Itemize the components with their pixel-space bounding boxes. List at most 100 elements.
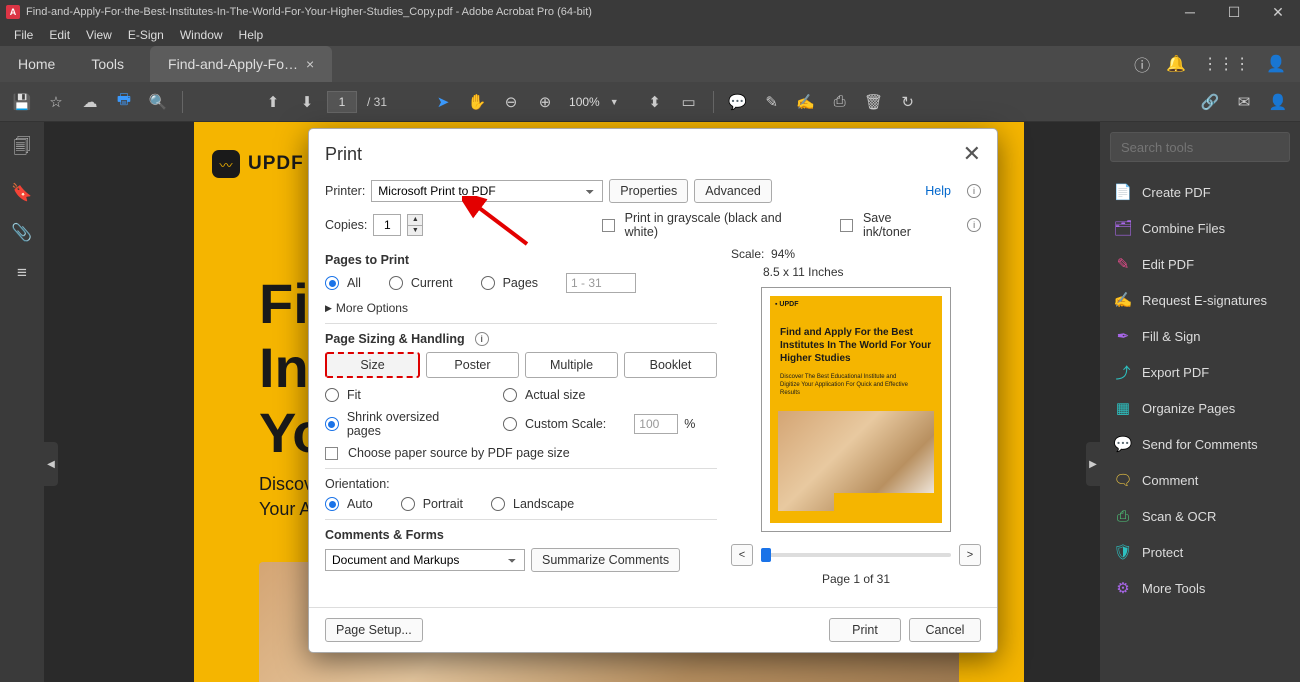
radio-fit[interactable] — [325, 388, 339, 402]
search-icon[interactable]: 🔍 — [144, 88, 172, 116]
layers-icon[interactable]: ≡ — [17, 263, 27, 283]
minimize-button[interactable]: ─ — [1168, 0, 1212, 24]
print-button[interactable]: Print — [829, 618, 901, 642]
tool-more-tools[interactable]: ⚙More Tools — [1110, 570, 1290, 606]
expand-right-icon[interactable]: ▶ — [1086, 442, 1100, 486]
cloud-icon[interactable]: ☁ — [76, 88, 104, 116]
advanced-button[interactable]: Advanced — [694, 179, 772, 203]
menu-edit[interactable]: Edit — [41, 26, 78, 44]
tool-combine-files[interactable]: 🗂Combine Files — [1110, 210, 1290, 246]
copies-spinner[interactable]: ▲▼ — [407, 214, 423, 236]
page-total: / 31 — [367, 95, 387, 109]
tab-home[interactable]: Home — [0, 46, 73, 82]
tool-request-esignatures[interactable]: ✍Request E-signatures — [1110, 282, 1290, 318]
preview-slider[interactable] — [761, 553, 951, 557]
custom-scale-input[interactable] — [634, 414, 678, 434]
comment-icon[interactable]: 💬 — [724, 88, 752, 116]
menu-esign[interactable]: E-Sign — [120, 26, 172, 44]
account-icon[interactable]: 👤 — [1266, 54, 1286, 74]
preview-next-button[interactable]: > — [959, 544, 981, 566]
tool-organize-pages[interactable]: ▦Organize Pages — [1110, 390, 1290, 426]
preview-prev-button[interactable]: < — [731, 544, 753, 566]
mail-icon[interactable]: ✉ — [1230, 88, 1258, 116]
radio-all[interactable] — [325, 276, 339, 290]
radio-pages[interactable] — [481, 276, 495, 290]
tool-fill-sign[interactable]: ✒Fill & Sign — [1110, 318, 1290, 354]
page-range-input[interactable] — [566, 273, 636, 293]
radio-auto[interactable] — [325, 497, 339, 511]
page-number-input[interactable] — [327, 91, 357, 113]
page-up-icon[interactable]: ⬆ — [259, 88, 287, 116]
select-tool-icon[interactable]: ➤ — [429, 88, 457, 116]
search-tools-input[interactable] — [1110, 132, 1290, 162]
reading-mode-icon[interactable]: ▭ — [675, 88, 703, 116]
sign-icon[interactable]: ✍ — [792, 88, 820, 116]
tool-protect[interactable]: 🛡Protect — [1110, 534, 1290, 570]
thumbnails-icon[interactable]: 🗐 — [14, 134, 31, 163]
highlight-icon[interactable]: ✎ — [758, 88, 786, 116]
tool-scan-ocr[interactable]: ⎙Scan & OCR — [1110, 498, 1290, 534]
choose-paper-checkbox[interactable] — [325, 447, 338, 460]
zoom-value[interactable]: 100% — [569, 95, 600, 109]
tool-edit-pdf[interactable]: ✎Edit PDF — [1110, 246, 1290, 282]
radio-shrink[interactable] — [325, 417, 339, 431]
help-icon[interactable]: ⓘ — [1134, 52, 1150, 76]
tab-poster[interactable]: Poster — [426, 352, 519, 378]
summarize-button[interactable]: Summarize Comments — [531, 548, 680, 572]
help-link[interactable]: Help — [925, 184, 951, 198]
apps-icon[interactable]: ⋮⋮⋮ — [1202, 54, 1250, 74]
printer-select[interactable]: Microsoft Print to PDF — [371, 180, 603, 202]
star-icon[interactable]: ☆ — [42, 88, 70, 116]
tool-send-comments[interactable]: 💬Send for Comments — [1110, 426, 1290, 462]
window-close-button[interactable]: ✕ — [1256, 0, 1300, 24]
tab-tools[interactable]: Tools — [73, 46, 142, 82]
export-pdf-icon: ⤴ — [1114, 363, 1132, 381]
radio-actual[interactable] — [503, 388, 517, 402]
save-ink-info-icon[interactable]: i — [967, 218, 981, 232]
grayscale-checkbox[interactable] — [602, 219, 615, 232]
menu-file[interactable]: File — [6, 26, 41, 44]
zoom-out-icon[interactable]: ⊖ — [497, 88, 525, 116]
link-icon[interactable]: 🔗 — [1196, 88, 1224, 116]
cancel-button[interactable]: Cancel — [909, 618, 981, 642]
copies-input[interactable] — [373, 214, 401, 236]
radio-custom[interactable] — [503, 417, 517, 431]
zoom-in-icon[interactable]: ⊕ — [531, 88, 559, 116]
radio-current[interactable] — [389, 276, 403, 290]
page-down-icon[interactable]: ⬇ — [293, 88, 321, 116]
tab-booklet[interactable]: Booklet — [624, 352, 717, 378]
tab-size[interactable]: Size — [325, 352, 420, 378]
share-icon[interactable]: 👤 — [1264, 88, 1292, 116]
rotate-icon[interactable]: ↻ — [894, 88, 922, 116]
tool-comment[interactable]: 🗨Comment — [1110, 462, 1290, 498]
stamp-icon[interactable]: ⎙ — [826, 88, 854, 116]
fit-width-icon[interactable]: ⬍ — [641, 88, 669, 116]
comments-select[interactable]: Document and Markups — [325, 549, 525, 571]
attachments-icon[interactable]: 📎 — [11, 223, 32, 243]
menu-view[interactable]: View — [78, 26, 120, 44]
bookmarks-icon[interactable]: 🔖 — [11, 183, 32, 203]
dialog-close-icon[interactable]: ✕ — [963, 141, 981, 167]
save-ink-checkbox[interactable] — [840, 219, 853, 232]
bell-icon[interactable]: 🔔 — [1166, 54, 1186, 74]
menu-window[interactable]: Window — [172, 26, 231, 44]
expand-left-icon[interactable]: ◀ — [44, 442, 58, 486]
radio-portrait[interactable] — [401, 497, 415, 511]
help-info-icon[interactable]: i — [967, 184, 981, 198]
maximize-button[interactable]: ☐ — [1212, 0, 1256, 24]
sizing-info-icon[interactable]: i — [475, 332, 489, 346]
page-setup-button[interactable]: Page Setup... — [325, 618, 423, 642]
delete-icon[interactable]: 🗑 — [860, 88, 888, 116]
more-options-toggle[interactable]: ▶More Options — [325, 301, 717, 315]
tab-close-icon[interactable]: × — [306, 56, 314, 72]
tool-export-pdf[interactable]: ⤴Export PDF — [1110, 354, 1290, 390]
menu-help[interactable]: Help — [231, 26, 272, 44]
save-icon[interactable]: 💾 — [8, 88, 36, 116]
tab-document[interactable]: Find-and-Apply-Fo… × — [150, 46, 332, 82]
print-icon[interactable]: 🖶 — [110, 88, 138, 116]
properties-button[interactable]: Properties — [609, 179, 688, 203]
tool-create-pdf[interactable]: 📄Create PDF — [1110, 174, 1290, 210]
radio-landscape[interactable] — [491, 497, 505, 511]
hand-tool-icon[interactable]: ✋ — [463, 88, 491, 116]
tab-multiple[interactable]: Multiple — [525, 352, 618, 378]
